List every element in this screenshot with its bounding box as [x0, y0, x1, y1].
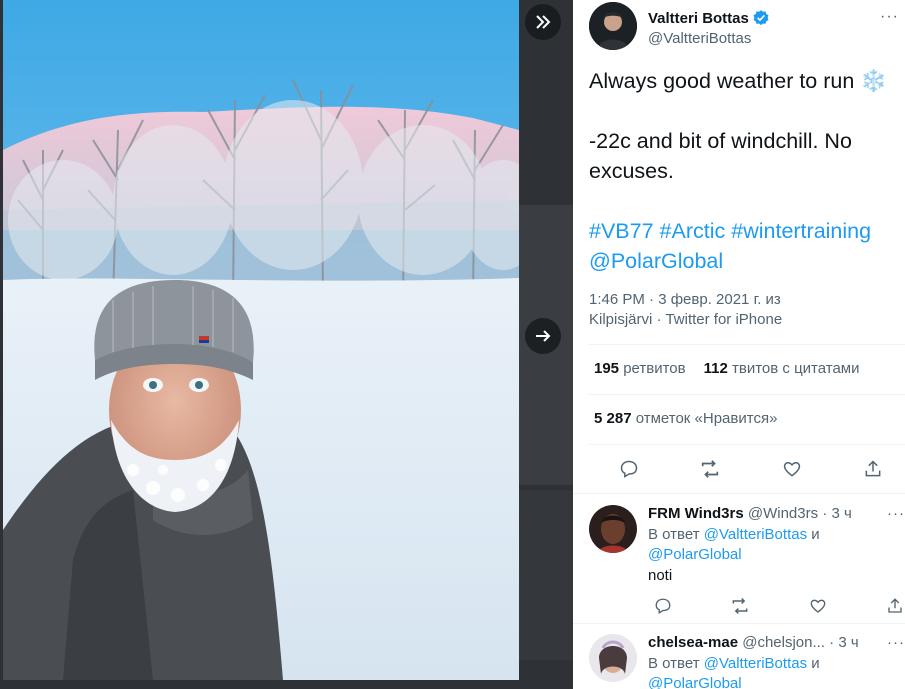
tweet-actions	[617, 457, 885, 481]
verified-badge-icon	[753, 10, 769, 26]
share-button[interactable]	[883, 594, 905, 618]
expand-sidebar-button[interactable]	[525, 4, 561, 40]
hashtag-link[interactable]: #wintertraining	[731, 219, 871, 243]
reply-time[interactable]: 3 ч	[831, 505, 851, 522]
more-options-icon[interactable]: ···	[880, 8, 899, 26]
tweet-detail-panel: Valtteri Bottas @ValtteriBottas ··· Alwa…	[573, 0, 905, 689]
next-photo-button[interactable]	[525, 318, 561, 354]
tweet-hashtags: #VB77 #Arctic #wintertraining @PolarGlob…	[589, 216, 901, 276]
reply-author-handle[interactable]: @chelsjon...	[742, 634, 825, 651]
reply-author-handle[interactable]: @Wind3rs	[748, 505, 818, 522]
tweet-text-line: -22c and bit of windchill. No excuses.	[589, 129, 852, 183]
retweets-stat[interactable]: 195 ретвитов	[594, 360, 686, 377]
hashtag-link[interactable]: #Arctic	[660, 219, 726, 243]
arrow-right-icon	[536, 330, 551, 342]
retweet-button[interactable]	[698, 457, 722, 481]
reply-header: FRM Wind3rs @Wind3rs · 3 ч	[648, 505, 852, 522]
heart-icon	[783, 461, 800, 477]
avatar[interactable]	[589, 634, 637, 682]
tweet-timestamp[interactable]: 1:46 PM · 3 февр. 2021 г. из	[589, 291, 781, 308]
tweet-location[interactable]: Kilpisjärvi	[589, 311, 652, 328]
divider	[589, 444, 905, 445]
retweet-quote-stats: 195 ретвитов 112 твитов с цитатами	[594, 360, 860, 377]
divider	[573, 623, 905, 624]
like-button[interactable]	[806, 594, 830, 618]
tweet-text-line: Always good weather to run ❄️	[589, 69, 888, 93]
reply-tweet[interactable]: FRM Wind3rs @Wind3rs · 3 ч ··· В ответ @…	[589, 505, 905, 615]
hashtag-link[interactable]: #VB77	[589, 219, 654, 243]
reply-time[interactable]: 3 ч	[838, 634, 858, 651]
reply-actions	[651, 594, 905, 618]
share-icon	[865, 460, 881, 477]
reply-icon	[620, 460, 638, 478]
divider	[589, 344, 905, 345]
retweet-icon	[702, 460, 719, 478]
like-button[interactable]	[780, 457, 804, 481]
tweet-author: Valtteri Bottas @ValtteriBottas ···	[589, 2, 899, 54]
media-viewer	[0, 0, 573, 689]
reply-author-name[interactable]: FRM Wind3rs	[648, 505, 744, 522]
divider	[589, 394, 905, 395]
heart-icon	[810, 599, 826, 613]
share-icon	[888, 598, 902, 613]
mention-link[interactable]: @ValtteriBottas	[704, 655, 807, 672]
mention-link[interactable]: @PolarGlobal	[589, 249, 723, 273]
reply-context: В ответ @ValtteriBottas и @PolarGlobal	[648, 654, 898, 689]
more-options-icon[interactable]: ···	[887, 505, 905, 522]
background-timeline-card	[519, 490, 573, 660]
tweet-photo[interactable]	[3, 0, 519, 680]
likes-stat[interactable]: 5 287 отметок «Нравится»	[594, 410, 777, 427]
reply-button[interactable]	[617, 457, 641, 481]
more-options-icon[interactable]: ···	[887, 634, 905, 651]
reply-header: chelsea-mae @chelsjon... · 3 ч	[648, 634, 859, 651]
avatar[interactable]	[589, 2, 637, 50]
author-handle[interactable]: @ValtteriBottas	[648, 30, 751, 47]
mention-link[interactable]: @PolarGlobal	[648, 675, 742, 689]
quotes-stat[interactable]: 112 твитов с цитатами	[704, 360, 860, 377]
tweet-meta: 1:46 PM · 3 февр. 2021 г. из Kilpisjärvi…	[589, 291, 783, 328]
avatar[interactable]	[589, 505, 637, 553]
reply-author-name[interactable]: chelsea-mae	[648, 634, 738, 651]
author-name[interactable]: Valtteri Bottas	[648, 9, 770, 27]
retweet-icon	[732, 597, 748, 615]
chevron-double-right-icon	[536, 15, 551, 29]
tweet-source[interactable]: Twitter for iPhone	[665, 311, 782, 328]
mention-link[interactable]: @PolarGlobal	[648, 546, 742, 563]
retweet-button[interactable]	[728, 594, 752, 618]
reply-tweet[interactable]: chelsea-mae @chelsjon... · 3 ч ··· В отв…	[589, 634, 905, 689]
tweet-text: Always good weather to run ❄️ -22c and b…	[589, 66, 901, 276]
reply-context: В ответ @ValtteriBottas и @PolarGlobal	[648, 526, 820, 563]
reply-text: noti	[648, 567, 673, 584]
share-button[interactable]	[861, 457, 885, 481]
reply-icon	[655, 598, 671, 614]
mention-link[interactable]: @ValtteriBottas	[704, 526, 807, 543]
likes-stats: 5 287 отметок «Нравится»	[594, 410, 777, 427]
reply-button[interactable]	[651, 594, 675, 618]
divider	[573, 493, 905, 494]
